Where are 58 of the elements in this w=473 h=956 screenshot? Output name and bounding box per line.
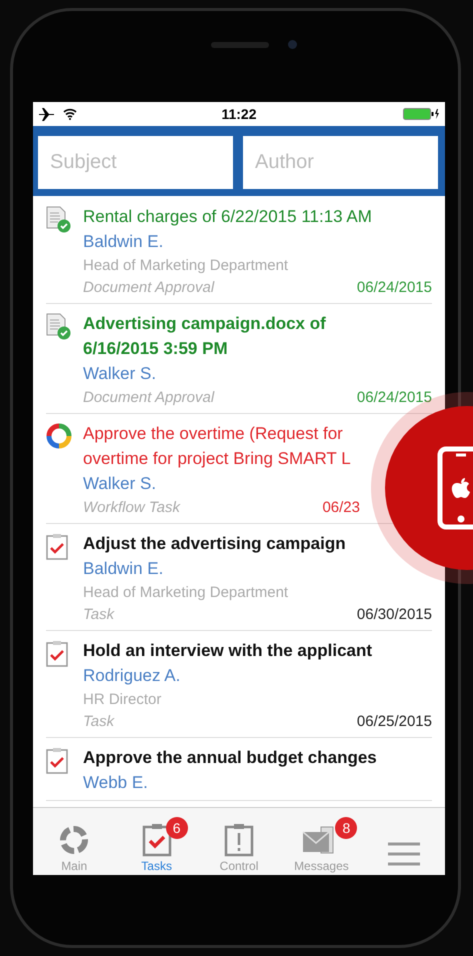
item-type: Document Approval	[83, 278, 214, 298]
circular-arrows-icon	[58, 824, 90, 856]
tab-item[interactable]: Main	[33, 808, 116, 875]
item-type: Document Approval	[83, 388, 214, 408]
tab-item[interactable]: 6 Tasks	[115, 808, 198, 875]
search-field[interactable]: Author	[243, 136, 438, 189]
item-title: Adjust the advertising campaign	[83, 533, 347, 555]
item-title: Rental charges of 6/22/2015 11:13 AM	[83, 206, 373, 228]
clipboard-check-icon	[46, 533, 68, 560]
author-name: Walker S.	[83, 473, 158, 495]
item-type: Task	[83, 712, 114, 732]
item-date: 06/25/2015	[356, 712, 432, 732]
search-field[interactable]: Subject	[38, 136, 233, 189]
item-date: 06/24/2015	[356, 278, 432, 298]
clipboard-check-icon	[46, 640, 68, 667]
author-position: Head of Marketing Department	[83, 256, 290, 276]
list-item[interactable]: Hold an interview with the applicant Rodriguez A. HR Director Task 06/25/2015	[46, 636, 432, 738]
author-name: Webb E.	[83, 772, 149, 794]
tab-item[interactable]: 8 Messages	[280, 808, 363, 875]
item-title: Hold an interview with the applicant	[83, 640, 374, 662]
document-check-icon	[46, 206, 72, 233]
smartphone-icon	[437, 446, 473, 530]
ring-icon	[46, 423, 72, 449]
camera-lens	[288, 40, 297, 49]
tab-label: Messages	[294, 859, 349, 873]
tab-label: Tasks	[141, 859, 172, 873]
airplane-icon	[39, 107, 55, 121]
list-item[interactable]: Approve the annual budget changes Webb E.	[46, 743, 432, 801]
author-position: HR Director	[83, 690, 162, 710]
clipboard-check-icon	[142, 823, 172, 857]
menu-icon	[386, 840, 421, 868]
clipboard-check-icon	[46, 747, 68, 774]
author-position: Head of Marketing Department	[83, 583, 290, 603]
item-title: Approve the overtime (Request for overtime for project Bring SMART L	[83, 423, 352, 470]
item-type: Task	[83, 605, 114, 625]
status-time: 11:22	[221, 106, 257, 122]
document-check-icon	[46, 313, 72, 340]
battery-icon	[402, 108, 439, 120]
item-type: Workflow Task	[83, 498, 180, 518]
clipboard-exclamation-icon	[224, 823, 254, 857]
speaker-grille	[211, 42, 269, 48]
item-date: 06/23	[322, 498, 360, 518]
tab-label: Main	[61, 859, 88, 873]
author-name: Rodriguez A.	[83, 665, 182, 687]
author-name: Baldwin E.	[83, 558, 164, 580]
list-item[interactable]: Rental charges of 6/22/2015 11:13 AM Baldwin E. Head of Marketing Department Document Approval 06/24/2015	[46, 202, 432, 304]
tab-item[interactable]: Control	[198, 808, 280, 875]
item-date: 06/30/2015	[356, 605, 432, 625]
list-item[interactable]: Advertising campaign.docx of 6/16/2015 3:59 PM Walker S. Document Approval 06/24/2015	[46, 309, 432, 414]
item-title: Advertising campaign.docx of 6/16/2015 3:59 PM	[83, 313, 327, 360]
item-title: Approve the annual budget changes	[83, 747, 378, 769]
item-date: 06/24/2015	[356, 388, 432, 408]
author-name: Baldwin E.	[83, 231, 164, 253]
count-badge: 6	[166, 817, 188, 839]
author-name: Walker S.	[83, 363, 158, 385]
tab-label: Control	[220, 859, 258, 873]
count-badge: 8	[335, 817, 358, 839]
wifi-icon	[63, 108, 77, 120]
